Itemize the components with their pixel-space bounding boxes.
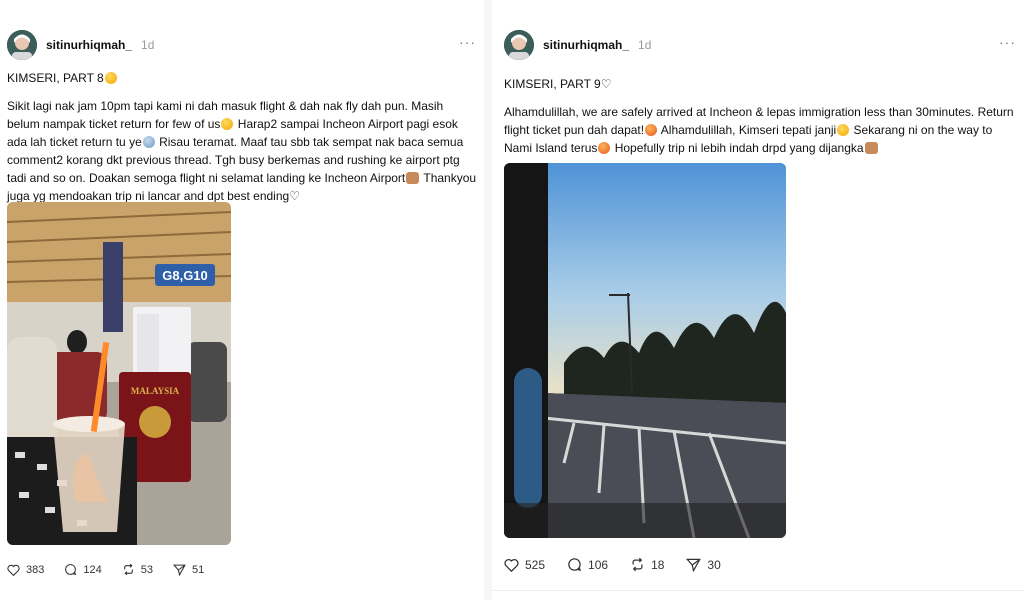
- post-body-part: Hopefully trip ni lebih indah drpd yang …: [611, 141, 864, 155]
- more-dots-icon[interactable]: ···: [999, 34, 1016, 50]
- share-button[interactable]: 51: [172, 563, 205, 576]
- road-photo-image: [504, 163, 786, 538]
- post-time: 1d: [638, 38, 652, 52]
- avatar[interactable]: [504, 30, 534, 60]
- repost-button[interactable]: 18: [630, 557, 664, 572]
- comment-button[interactable]: 106: [567, 557, 608, 572]
- post-header: sitinurhiqmah_ 1d: [504, 30, 651, 60]
- post-title-text: KIMSERI, PART 9: [504, 77, 601, 91]
- post-actions: 383 124 53 51: [7, 563, 224, 576]
- gate-sign-text: G8,G10: [162, 268, 208, 283]
- share-button[interactable]: 30: [686, 557, 721, 572]
- praying-hands-emoji-icon: [864, 142, 878, 154]
- comment-count: 106: [588, 557, 609, 572]
- avatar[interactable]: [7, 30, 37, 60]
- post-title: KIMSERI, PART 9♡: [504, 77, 611, 91]
- send-icon: [172, 564, 186, 576]
- comment-bubble-icon: [65, 564, 77, 576]
- post-bottom-divider: [492, 590, 1024, 591]
- post-body: Alhamdulillah, we are safely arrived at …: [504, 103, 1016, 157]
- laughing-face-emoji-icon: [221, 118, 234, 130]
- repost-button[interactable]: 53: [122, 563, 153, 576]
- avatar-image: [504, 30, 534, 60]
- post-title-text: KIMSERI, PART 8: [7, 71, 104, 85]
- crying-face-emoji-icon: [142, 136, 155, 148]
- heart-emoji-icon: ♡: [600, 77, 612, 91]
- thread-post-part-9: sitinurhiqmah_ 1d ··· KIMSERI, PART 9♡ A…: [492, 0, 1024, 600]
- post-photo-airport[interactable]: G8,G10 MALAYSIA: [7, 202, 231, 545]
- airport-photo-image: G8,G10 MALAYSIA: [7, 202, 231, 545]
- username[interactable]: sitinurhiqmah_: [46, 38, 132, 52]
- post-title: KIMSERI, PART 8: [7, 71, 118, 85]
- heart-icon: [7, 564, 20, 576]
- repost-count: 53: [140, 563, 153, 576]
- share-count: 51: [191, 563, 205, 576]
- heart-icon: [504, 558, 519, 572]
- share-count: 30: [707, 557, 721, 572]
- send-icon: [686, 558, 702, 572]
- post-header: sitinurhiqmah_ 1d: [7, 30, 154, 60]
- heart-eyes-emoji-icon: [645, 124, 658, 136]
- comment-button[interactable]: 124: [64, 563, 102, 576]
- pleading-face-emoji-icon: [104, 72, 117, 84]
- post-time: 1d: [141, 38, 155, 52]
- post-body: Sikit lagi nak jam 10pm tapi kami ni dah…: [7, 97, 479, 205]
- thread-post-part-8: sitinurhiqmah_ 1d ··· KIMSERI, PART 8 Si…: [0, 0, 484, 600]
- praying-hands-emoji-icon: [406, 172, 420, 184]
- like-count: 383: [26, 563, 45, 576]
- post-body-part: Alhamdulillah, Kimseri tepati janji: [658, 123, 837, 137]
- passport-cover-text: MALAYSIA: [131, 386, 180, 396]
- post-actions: 525 106 18 30: [504, 557, 743, 572]
- repost-icon: [632, 557, 643, 572]
- post-photo-road[interactable]: [504, 163, 786, 538]
- repost-icon: [123, 563, 133, 576]
- laughing-face-emoji-icon: [837, 124, 850, 136]
- like-button[interactable]: 383: [7, 564, 44, 576]
- comment-count: 124: [83, 563, 102, 576]
- heart-eyes-emoji-icon: [598, 142, 611, 154]
- heart-emoji-icon: ♡: [289, 189, 300, 203]
- username[interactable]: sitinurhiqmah_: [543, 38, 629, 52]
- comment-bubble-icon: [568, 558, 582, 572]
- repost-count: 18: [651, 557, 665, 572]
- like-button[interactable]: 525: [504, 558, 545, 572]
- more-dots-icon[interactable]: ···: [459, 34, 476, 50]
- post-separator: [484, 0, 492, 600]
- avatar-image: [7, 30, 37, 60]
- like-count: 525: [525, 557, 546, 572]
